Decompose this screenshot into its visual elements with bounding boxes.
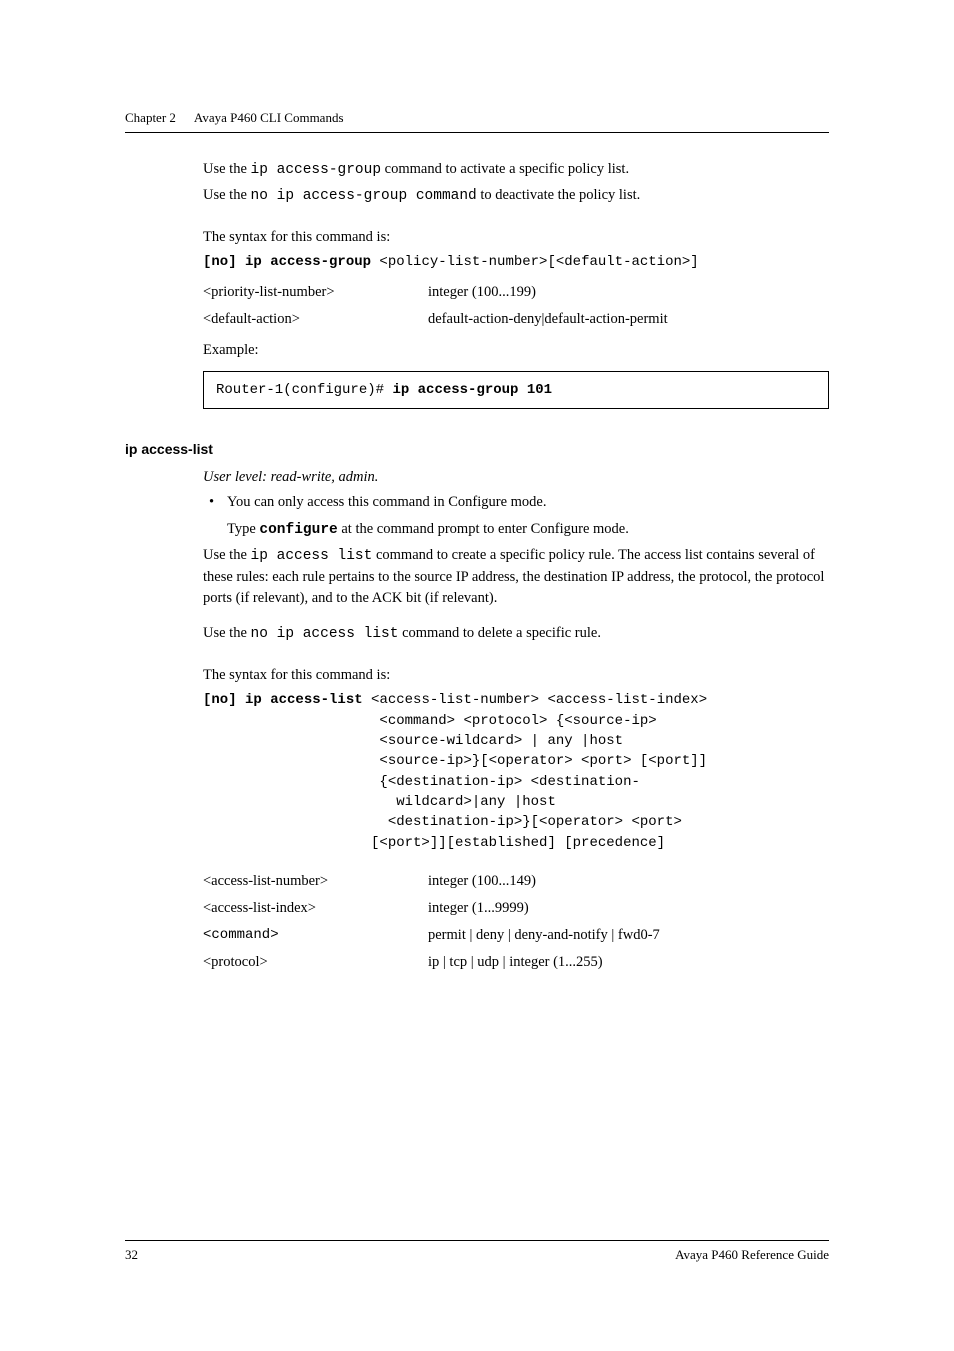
syntax-bold: [no] ip access-list (203, 692, 363, 708)
text: Use the (203, 625, 251, 641)
param-desc: integer (1...9999) (428, 900, 829, 917)
inline-code: ip access list (251, 548, 373, 564)
param-desc: permit | deny | deny-and-notify | fwd0-7 (428, 927, 829, 944)
syntax-lead-2: The syntax for this command is: (203, 665, 829, 686)
inline-code: no ip access-group command (251, 188, 477, 204)
chapter-label: Chapter 2 (125, 110, 176, 126)
use-line-2: Use the no ip access-group command to de… (203, 185, 829, 207)
syntax-bold: [no] ip access-group (203, 254, 371, 270)
param-name: <command> (203, 927, 428, 944)
inline-code: no ip access list (251, 626, 399, 642)
main-content: Use the ip access-group command to activ… (125, 159, 829, 409)
syntax-lead: The syntax for this command is: (203, 227, 829, 248)
param-desc: ip | tcp | udp | integer (1...255) (428, 954, 829, 971)
inline-code: ip access-group (251, 162, 382, 178)
chapter-title: Avaya P460 CLI Commands (194, 110, 344, 126)
param-desc: integer (100...199) (428, 284, 829, 301)
example-label: Example: (203, 340, 829, 361)
param-desc: integer (100...149) (428, 873, 829, 890)
page-footer: 32 Avaya P460 Reference Guide (125, 1240, 829, 1263)
param-row: <access-list-index> integer (1...9999) (203, 900, 829, 917)
syntax-args: <policy-list-number>[<default-action>] (371, 254, 699, 270)
text: Use the (203, 161, 251, 177)
param-row: <default-action> default-action-deny|def… (203, 311, 829, 328)
user-level: User level: read-write, admin. (203, 467, 829, 488)
text: at the command prompt to enter Configure… (338, 521, 629, 537)
text: Use the (203, 547, 251, 563)
bullet-item: You can only access this command in Conf… (203, 492, 829, 513)
syntax-block: [no] ip access-list <access-list-number>… (203, 690, 829, 852)
section-content: User level: read-write, admin. You can o… (125, 467, 829, 971)
example-prompt: Router-1(configure)# (216, 382, 392, 398)
params-table-1: <priority-list-number> integer (100...19… (203, 284, 829, 328)
page-number: 32 (125, 1247, 138, 1263)
use-line-1: Use the ip access-group command to activ… (203, 159, 829, 181)
syntax-line: [no] ip access-group <policy-list-number… (203, 252, 829, 272)
params-table-2: <access-list-number> integer (100...149)… (203, 873, 829, 971)
param-desc: default-action-deny|default-action-permi… (428, 311, 829, 328)
use-paragraph: Use the ip access list command to create… (203, 545, 829, 609)
doc-title-footer: Avaya P460 Reference Guide (675, 1247, 829, 1263)
text: command to delete a specific rule. (398, 625, 601, 641)
param-row: <command> permit | deny | deny-and-notif… (203, 927, 829, 944)
text: Use the (203, 187, 251, 203)
param-name: <priority-list-number> (203, 284, 428, 301)
bullet-list: You can only access this command in Conf… (203, 492, 829, 513)
param-row: <access-list-number> integer (100...149) (203, 873, 829, 890)
running-header: Chapter 2 Avaya P460 CLI Commands (125, 110, 829, 133)
text: to deactivate the policy list. (477, 187, 640, 203)
bullet-subline: Type configure at the command prompt to … (203, 519, 829, 541)
param-name: <access-list-number> (203, 873, 428, 890)
param-row: <priority-list-number> integer (100...19… (203, 284, 829, 301)
text: Type (227, 521, 259, 537)
param-name: <access-list-index> (203, 900, 428, 917)
section-heading-ip-access-list: ip access-list (125, 441, 829, 457)
document-page: Chapter 2 Avaya P460 CLI Commands Use th… (0, 0, 954, 971)
no-use-paragraph: Use the no ip access list command to del… (203, 623, 829, 645)
param-name: <default-action> (203, 311, 428, 328)
param-name: <protocol> (203, 954, 428, 971)
text: command to activate a specific policy li… (381, 161, 629, 177)
example-box: Router-1(configure)# ip access-group 101 (203, 371, 829, 409)
inline-code-bold: configure (259, 522, 337, 538)
example-command: ip access-group 101 (392, 382, 552, 398)
syntax-args: <access-list-number> <access-list-index>… (203, 692, 707, 850)
param-row: <protocol> ip | tcp | udp | integer (1..… (203, 954, 829, 971)
